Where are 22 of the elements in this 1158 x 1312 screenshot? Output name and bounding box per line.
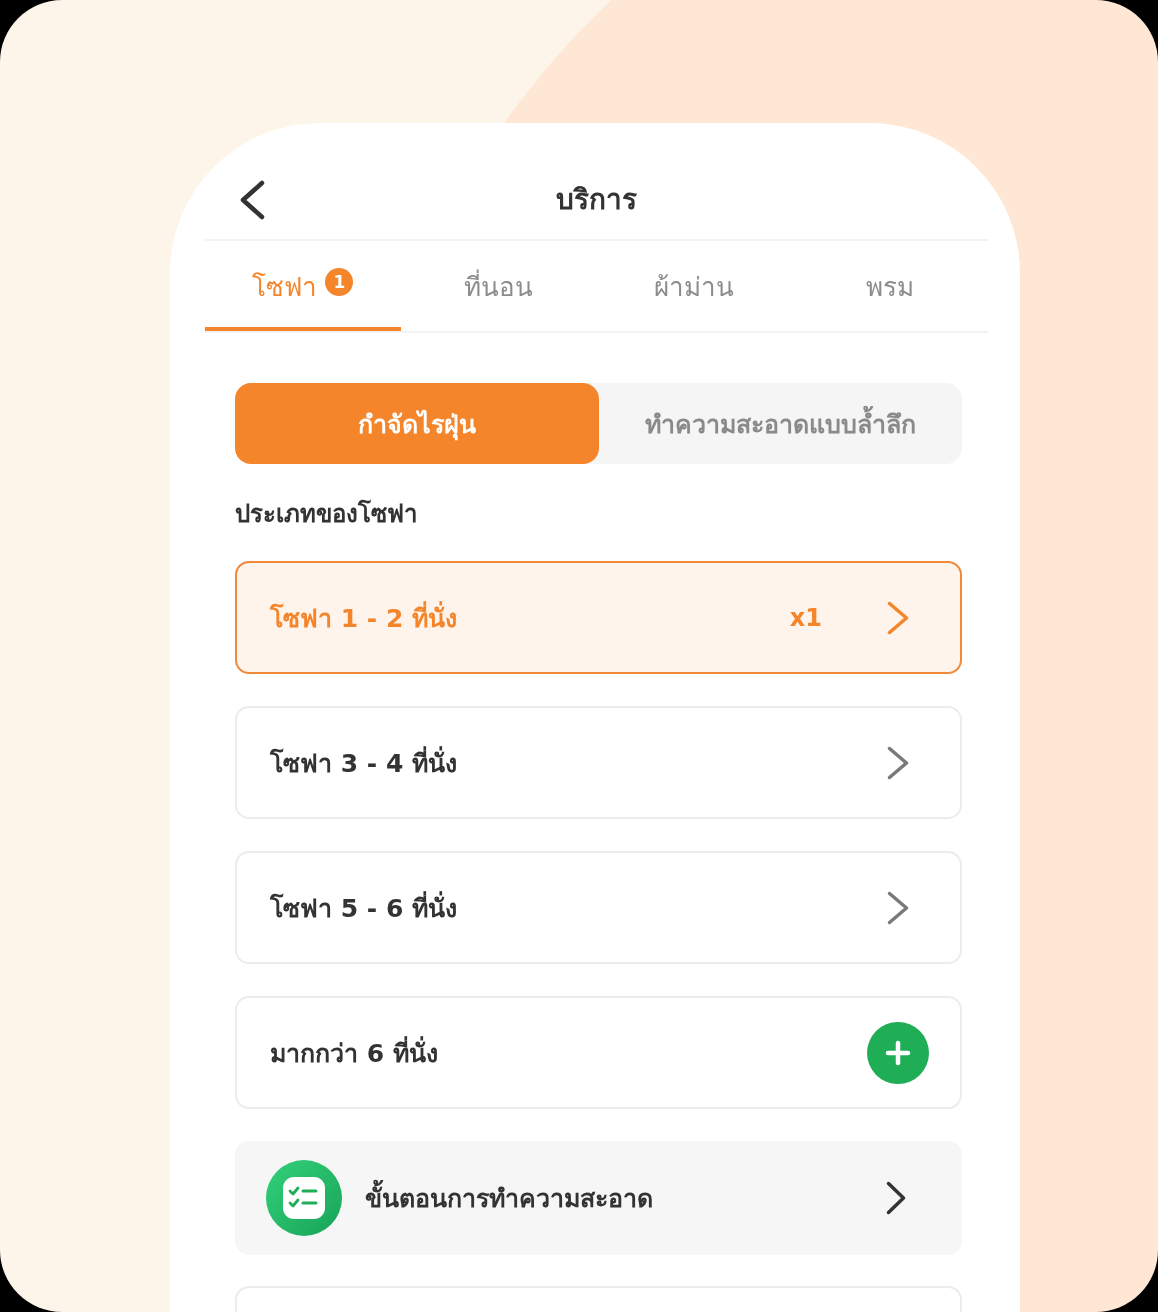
checklist-icon	[266, 1160, 342, 1236]
section-title: ประเภทของโซฟา	[235, 498, 418, 530]
service-segment[interactable]: กำจัดไรฝุ่น	[235, 383, 599, 464]
service-segment[interactable]: ทำความสะอาดแบบล้ำลึก	[598, 383, 962, 464]
category-tab[interactable]: โซฟา 1	[205, 241, 401, 331]
sofa-option[interactable]: โซฟา 1 - 2 ที่นั่ง x1	[235, 561, 962, 674]
chevron-right-icon	[886, 889, 910, 926]
chevron-right-icon	[886, 744, 910, 781]
chevron-right-icon	[886, 599, 910, 636]
category-tab[interactable]: ที่นอน	[400, 241, 597, 331]
sofa-option[interactable]: มากกว่า 6 ที่นั่ง	[235, 996, 962, 1109]
screen-title: บริการ	[555, 182, 638, 218]
category-tab[interactable]: ผ้าม่าน	[596, 241, 793, 331]
chevron-right-icon	[885, 1180, 907, 1216]
sofa-option[interactable]: โซฟา 5 - 6 ที่นั่ง	[235, 851, 962, 964]
sofa-option[interactable]: โซฟา 3 - 4 ที่นั่ง	[235, 706, 962, 819]
plus-icon[interactable]	[867, 1021, 929, 1084]
category-tab[interactable]: พรม	[792, 241, 988, 331]
quantity-text: x1	[789, 603, 822, 632]
cleaning-steps-link[interactable]: ขั้นตอนการทำความสะอาด	[235, 1141, 962, 1255]
back-icon[interactable]	[238, 180, 266, 220]
count-badge: 1	[325, 268, 354, 296]
